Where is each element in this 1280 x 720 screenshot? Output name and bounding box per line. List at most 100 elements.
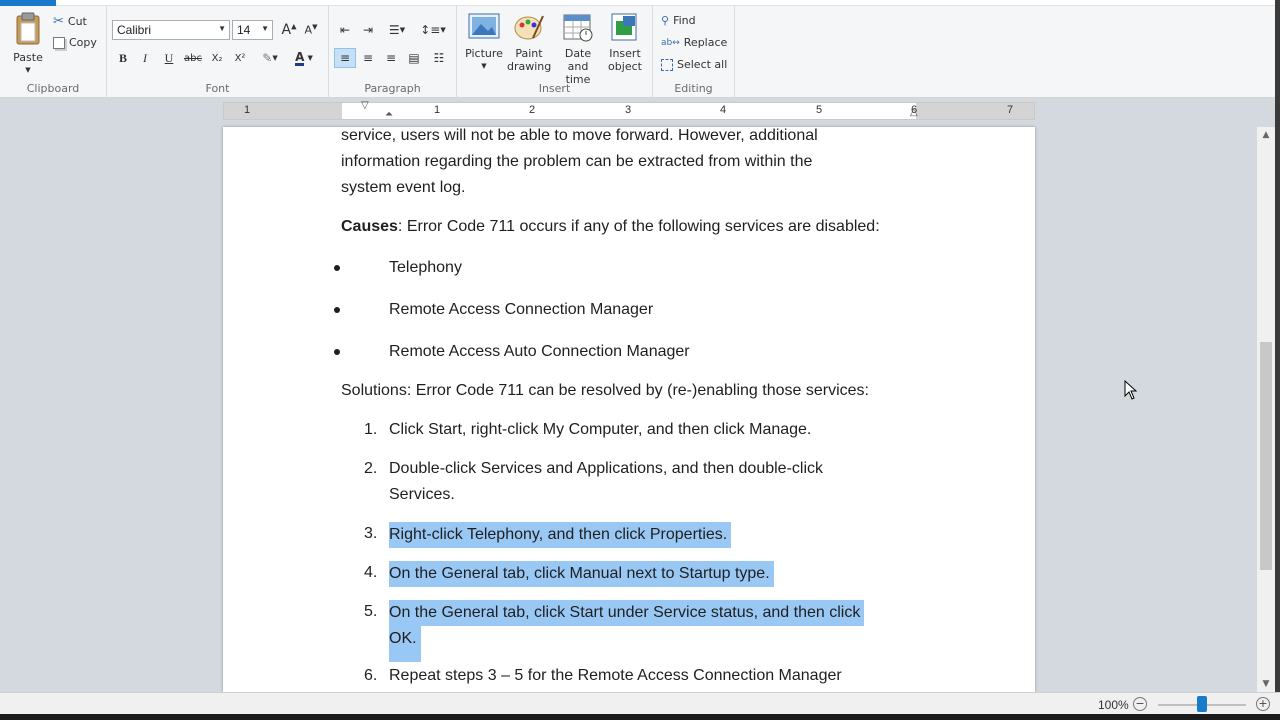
step-text: Repeat steps 3 – 5 for the Remote Access… (389, 667, 842, 684)
align-left-icon: ≡ (339, 51, 351, 65)
font-group: Calibri ▼ 14 ▼ A▲ A▼ B I U abc X₂ X² ✎ ▼ … (107, 6, 329, 98)
subscript-icon: X₂ (211, 52, 223, 64)
highlight-button[interactable]: ✎ ▼ (255, 48, 285, 68)
chevron-down-icon: ▼ (218, 24, 226, 33)
editing-group: ⚲ Find ab↔ Replace Select all Editing (653, 6, 735, 98)
shrink-font-icon: A▼ (304, 23, 318, 37)
insert-object-button[interactable]: Insert object (605, 12, 645, 73)
zoom-out-icon[interactable]: − (1133, 697, 1147, 711)
zoom-slider-handle[interactable] (1197, 696, 1207, 712)
calendar-clock-icon (563, 14, 593, 42)
cut-label: Cut (67, 15, 87, 28)
first-line-indent-marker[interactable]: ▽ (361, 100, 369, 111)
picture-dropdown-icon[interactable]: ▼ (463, 60, 505, 73)
horizontal-ruler[interactable]: 1 1 2 3 4 5 6 7 ▽ ⏶ △ (223, 100, 1035, 120)
copy-button[interactable]: Copy (53, 36, 97, 49)
step-number: 4. (364, 564, 378, 581)
paste-button[interactable]: Paste ▼ (10, 12, 46, 77)
scroll-up-icon[interactable]: ▲ (1257, 130, 1275, 140)
copy-icon (53, 36, 65, 49)
font-color-button[interactable]: A ▼ (289, 48, 319, 68)
paste-dropdown-icon[interactable]: ▼ (10, 64, 46, 77)
picture-button[interactable]: Picture ▼ (463, 12, 505, 73)
ruler-right-margin (916, 103, 1034, 119)
align-center-icon: ≡ (362, 51, 374, 65)
justify-icon: ▤ (408, 51, 420, 65)
ribbon: Paste ▼ ✂ Cut Copy Clipboard Calibri ▼ 1… (0, 6, 1280, 98)
vertical-scrollbar[interactable]: ▲ ▼ (1257, 127, 1275, 692)
list-item: Remote Access Auto Connection Manager (389, 343, 690, 360)
chevron-down-icon: ▼ (307, 54, 313, 62)
underline-button[interactable]: U (158, 48, 180, 68)
date-label-line1: Date and (564, 47, 592, 73)
ruler-number: 5 (816, 104, 823, 116)
grow-font-icon: A▲ (281, 22, 297, 38)
paint-drawing-button[interactable]: Paint drawing (507, 12, 551, 73)
align-right-button[interactable]: ≡ (380, 48, 402, 68)
selected-step-text: On the General tab, click Manual next to… (389, 561, 774, 587)
insert-group: Picture ▼ Paint drawing Date and time In… (457, 6, 653, 98)
bold-button[interactable]: B (112, 48, 134, 68)
paragraph-group: ⇤ ⇥ ☰ ▼ ↕≡ ▼ ≡ ≡ ≡ ▤ ☷ Paragraph (329, 6, 457, 98)
bulleted-list-icon: ☰ (388, 23, 400, 37)
superscript-button[interactable]: X² (229, 48, 251, 68)
taskbar (0, 714, 1280, 720)
grow-font-button[interactable]: A▲ (278, 20, 300, 40)
decrease-indent-icon: ⇤ (339, 23, 351, 37)
step-number: 1. (364, 421, 378, 438)
insert-object-icon (611, 13, 637, 41)
increase-indent-icon: ⇥ (362, 23, 374, 37)
decrease-indent-button[interactable]: ⇤ (334, 20, 356, 40)
bold-icon: B (118, 50, 127, 65)
shrink-font-button[interactable]: A▼ (300, 20, 322, 40)
ruler-number: 3 (625, 104, 632, 116)
line-spacing-button[interactable]: ↕≡ ▼ (419, 20, 447, 40)
strikethrough-button[interactable]: abc (182, 48, 204, 68)
font-size-select[interactable]: 14 ▼ (232, 20, 273, 40)
step-text: Services. (389, 486, 455, 503)
right-indent-marker[interactable]: △ (910, 107, 918, 118)
selected-step-text: OK. (389, 626, 421, 662)
step-number: 2. (364, 460, 378, 477)
copy-label: Copy (69, 36, 97, 49)
superscript-icon: X² (234, 52, 246, 64)
chevron-down-icon: ▼ (272, 54, 278, 62)
step-number: 3. (364, 525, 378, 542)
binoculars-icon: ⚲ (661, 14, 670, 27)
align-center-button[interactable]: ≡ (357, 48, 379, 68)
italic-button[interactable]: I (134, 48, 156, 68)
left-indent-marker[interactable]: ⏶ (385, 109, 393, 120)
replace-label: Replace (683, 36, 728, 49)
font-family-value: Calibri (117, 23, 152, 37)
paint-label-line2: drawing (507, 60, 552, 73)
causes-text: : Error Code 711 occurs if any of the fo… (397, 218, 880, 235)
picture-label: Picture (465, 47, 503, 60)
editing-group-label: Editing (674, 82, 713, 95)
ruler-left-margin (224, 103, 342, 119)
bullets-button[interactable]: ☰ ▼ (381, 20, 413, 40)
font-family-select[interactable]: Calibri ▼ (112, 20, 230, 40)
justify-button[interactable]: ▤ (403, 48, 425, 68)
clipboard-group-label: Clipboard (26, 82, 80, 95)
align-left-button[interactable]: ≡ (334, 48, 356, 68)
underline-icon: U (164, 50, 174, 65)
paragraph-settings-button[interactable]: ☷ (428, 48, 450, 68)
ruler-number: 7 (1007, 104, 1014, 116)
bullet-icon (334, 265, 340, 271)
picture-icon (468, 13, 500, 39)
object-label-line1: Insert (609, 47, 641, 60)
select-all-button[interactable]: Select all (661, 58, 727, 71)
subscript-button[interactable]: X₂ (206, 48, 228, 68)
zoom-in-icon[interactable]: + (1256, 697, 1270, 711)
clipboard-group: Paste ▼ ✂ Cut Copy Clipboard (0, 6, 107, 98)
document-page[interactable]: service, users will not be able to move … (223, 127, 1035, 692)
replace-icon: ab↔ (661, 37, 680, 48)
replace-button[interactable]: ab↔ Replace (661, 36, 727, 49)
cut-button[interactable]: ✂ Cut (53, 14, 87, 29)
find-button[interactable]: ⚲ Find (661, 14, 696, 27)
scroll-down-icon[interactable]: ▼ (1257, 679, 1275, 689)
scroll-thumb[interactable] (1260, 342, 1272, 570)
date-time-button[interactable]: Date and time (553, 12, 603, 86)
highlighter-icon: ✎ (262, 51, 273, 65)
increase-indent-button[interactable]: ⇥ (357, 20, 379, 40)
